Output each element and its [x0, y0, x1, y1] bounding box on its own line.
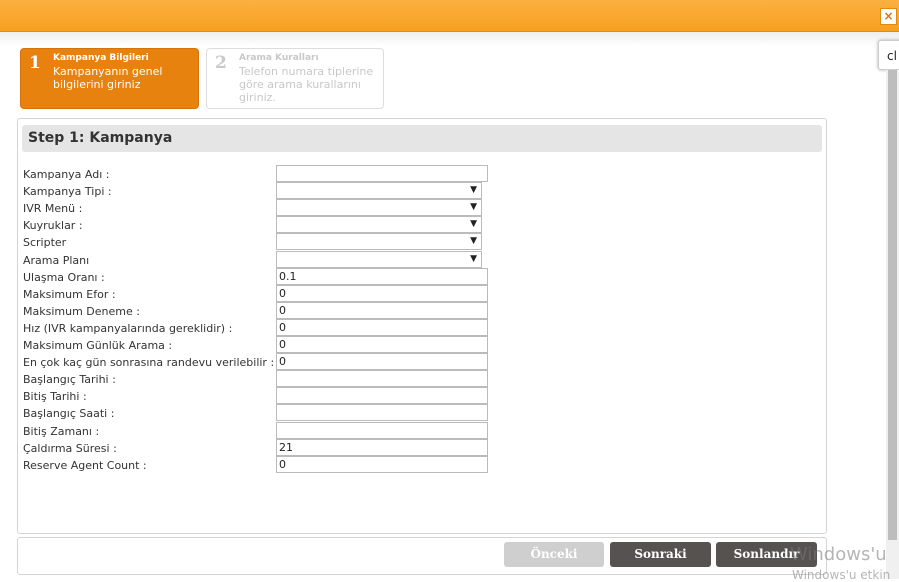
form-row: Başlangıç Saati : [23, 404, 823, 422]
wizard-step-1[interactable]: 1 Kampanya Bilgileri Kampanyanın genel b… [20, 48, 199, 109]
step-description: Telefon numara tiplerine göre arama kura… [239, 65, 374, 104]
step-number: 1 [29, 53, 41, 73]
top-bar: × [0, 0, 899, 32]
form-row: Kampanya Tipi : ▼ [23, 182, 823, 200]
field-label: Çaldırma Süresi : [23, 441, 117, 455]
field-select[interactable]: ▼ [276, 216, 482, 234]
field-input[interactable]: 0 [276, 284, 488, 302]
form-row: En çok kaç gün sonrasına randevu verileb… [23, 353, 823, 371]
field-input[interactable] [276, 387, 488, 405]
field-label: Scripter [23, 236, 67, 250]
panel-title: Step 1: Kampanya [28, 130, 173, 146]
field-input[interactable]: 0 [276, 318, 488, 336]
chevron-down-icon: ▼ [470, 185, 477, 196]
field-input[interactable]: 0 [276, 353, 488, 371]
field-label: Kuyruklar : [23, 219, 83, 233]
form-row: Başlangıç Tarihi : [23, 370, 823, 388]
field-input[interactable]: 0 [276, 455, 488, 473]
field-label: Reserve Agent Count : [23, 458, 147, 472]
form-row: Maksimum Deneme : 0 [23, 301, 823, 319]
field-select[interactable]: ▼ [276, 199, 482, 217]
chevron-down-icon: ▼ [470, 236, 477, 247]
field-label: Başlangıç Tarihi : [23, 373, 116, 387]
field-input[interactable]: 0 [276, 301, 488, 319]
field-label: Maksimum Deneme : [23, 304, 140, 318]
form-row: Maksimum Efor : 0 [23, 284, 823, 302]
form-row: Ulaşma Oranı : 0.1 [23, 267, 823, 285]
field-input[interactable]: 0.1 [276, 267, 488, 285]
field-input[interactable] [276, 404, 488, 422]
field-label: Ulaşma Oranı : [23, 270, 105, 284]
form-row: IVR Menü : ▼ [23, 199, 823, 217]
step-title: Kampanya Bilgileri [53, 53, 149, 63]
close-icon[interactable]: × [880, 8, 897, 25]
field-input[interactable]: 21 [276, 438, 488, 456]
field-label: Maksimum Günlük Arama : [23, 339, 173, 352]
chevron-down-icon: ▼ [470, 202, 477, 213]
field-input[interactable] [276, 165, 488, 182]
form-row: Scripter ▼ [23, 233, 823, 251]
form-row: Kampanya Adı : [23, 165, 823, 182]
form-row: Reserve Agent Count : 0 [23, 455, 823, 473]
side-tab[interactable]: cl [878, 40, 899, 70]
field-label: Kampanya Adı : [23, 168, 110, 181]
panel-header: Step 1: Kampanya [22, 125, 822, 152]
field-label: Maksimum Efor : [23, 287, 116, 301]
campaign-form-panel: Step 1: Kampanya Kampanya Adı : Kampanya … [17, 118, 827, 534]
field-label: Kampanya Tipi : [23, 185, 112, 199]
form-row: Kuyruklar : ▼ [23, 216, 823, 234]
step-description: Kampanyanın genel bilgilerini giriniz [53, 65, 163, 91]
field-label: Bitiş Zamanı : [23, 424, 100, 438]
field-input[interactable]: 0 [276, 336, 488, 353]
scrollbar-thumb[interactable] [888, 70, 897, 540]
next-button[interactable]: Sonraki [610, 542, 711, 567]
field-label: Başlangıç Saati : [23, 407, 115, 421]
windows-activation-watermark-sub: Windows'u etkin [792, 568, 891, 582]
field-label: Arama Planı [23, 253, 90, 267]
form-row: Bitiş Tarihi : [23, 387, 823, 405]
field-label: Bitiş Tarihi : [23, 390, 87, 404]
form-row: Maksimum Günlük Arama : 0 [23, 336, 823, 353]
previous-button[interactable]: Önceki [504, 542, 604, 567]
field-label: IVR Menü : [23, 202, 83, 216]
chevron-down-icon: ▼ [470, 219, 477, 230]
windows-activation-watermark: Windows'u [790, 544, 887, 565]
field-label: Hız (IVR kampanyalarında gereklidir) : [23, 321, 233, 335]
form-row: Arama Planı ▼ [23, 250, 823, 268]
step-title: Arama Kuralları [239, 53, 319, 63]
chevron-down-icon: ▼ [470, 253, 477, 264]
form-row: Bitiş Zamanı : [23, 421, 823, 439]
field-input[interactable] [276, 370, 488, 388]
form-row: Çaldırma Süresi : 21 [23, 438, 823, 456]
field-select[interactable]: ▼ [276, 182, 482, 200]
wizard-step-2[interactable]: 2 Arama Kuralları Telefon numara tipleri… [206, 48, 384, 109]
header-shadow [0, 32, 899, 46]
form-row: Hız (IVR kampanyalarında gereklidir) : 0 [23, 318, 823, 336]
field-input[interactable] [276, 421, 488, 439]
field-label: En çok kaç gün sonrasına randevu verileb… [23, 356, 275, 370]
field-select[interactable]: ▼ [276, 250, 482, 268]
step-number: 2 [215, 53, 227, 73]
field-select[interactable]: ▼ [276, 233, 482, 251]
